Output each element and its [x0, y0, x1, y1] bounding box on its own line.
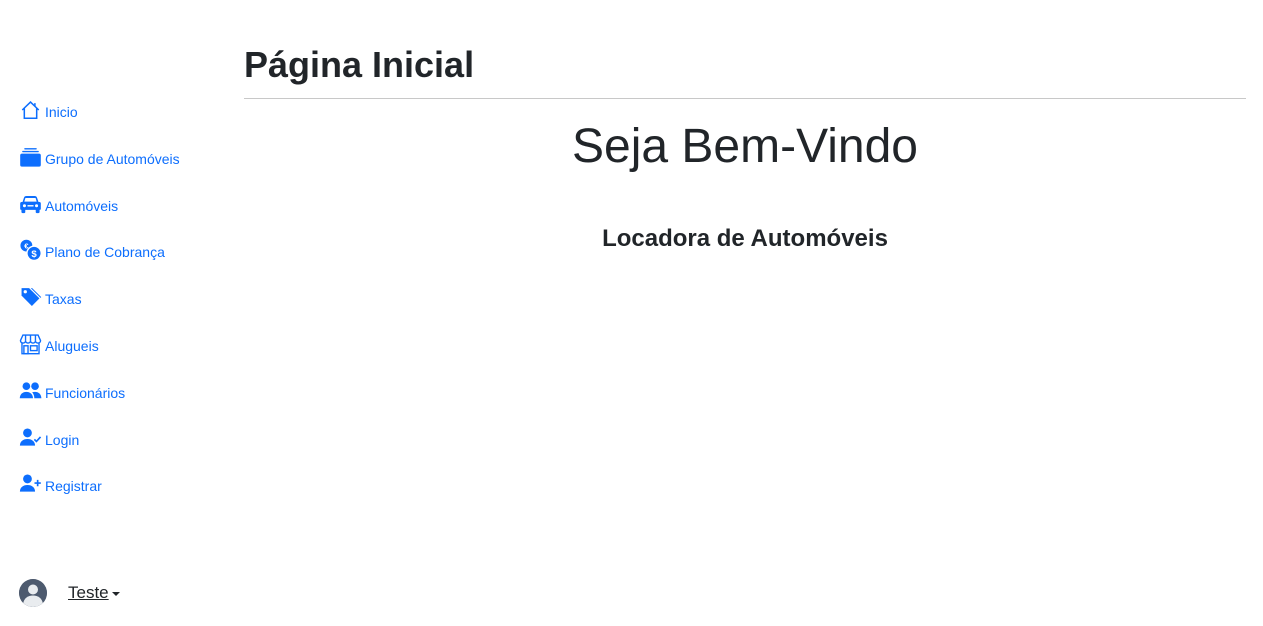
sidebar-item-label: Grupo de Automóveis: [45, 150, 180, 167]
sidebar-item-label: Plano de Cobrança: [45, 244, 165, 261]
sidebar-item-label: Registrar: [45, 478, 102, 495]
sidebar-item-inicio[interactable]: Inicio: [19, 97, 219, 121]
sidebar-item-login[interactable]: Login: [19, 425, 219, 449]
collection-icon: [19, 146, 42, 168]
car-icon: [19, 193, 42, 215]
sidebar-item-grupo-automoveis[interactable]: Grupo de Automóveis: [19, 144, 219, 168]
tags-icon: [19, 286, 42, 308]
sidebar-item-plano-cobranca[interactable]: € $ Plano de Cobrança: [19, 237, 219, 262]
sidebar-item-alugueis[interactable]: Alugueis: [19, 331, 219, 355]
sidebar-item-funcionarios[interactable]: Funcionários: [19, 378, 219, 402]
caret-down-icon: [111, 592, 120, 596]
shop-icon: [19, 333, 42, 355]
user-menu[interactable]: Teste: [19, 579, 120, 607]
sidebar-item-label: Automóveis: [45, 197, 119, 214]
coins-icon: € $: [19, 239, 42, 262]
sidebar-item-taxas[interactable]: Taxas: [19, 284, 219, 308]
sidebar-item-label: Funcionários: [45, 384, 126, 401]
people-icon: [19, 380, 42, 402]
sidebar-item-label: Alugueis: [45, 337, 99, 354]
user-name-dropdown[interactable]: Teste: [68, 583, 109, 603]
sidebar: Inicio Grupo de Automóveis Automóveis € …: [0, 0, 225, 626]
sidebar-item-registrar[interactable]: Registrar: [19, 471, 219, 495]
person-plus-icon: [19, 473, 42, 495]
sidebar-item-label: Taxas: [45, 291, 82, 308]
sidebar-item-label: Login: [45, 431, 80, 448]
sidebar-item-automoveis[interactable]: Automóveis: [19, 191, 219, 215]
sidebar-nav: Inicio Grupo de Automóveis Automóveis € …: [19, 97, 219, 518]
title-divider: [244, 98, 1246, 99]
svg-text:$: $: [31, 249, 37, 260]
subtitle: Locadora de Automóveis: [602, 225, 888, 252]
welcome-heading: Seja Bem-Vindo: [572, 120, 918, 173]
sidebar-item-label: Inicio: [45, 104, 78, 120]
person-check-icon: [19, 427, 42, 449]
page-title: Página Inicial: [244, 44, 475, 85]
house-icon: [19, 99, 42, 121]
avatar-icon: [19, 579, 47, 607]
